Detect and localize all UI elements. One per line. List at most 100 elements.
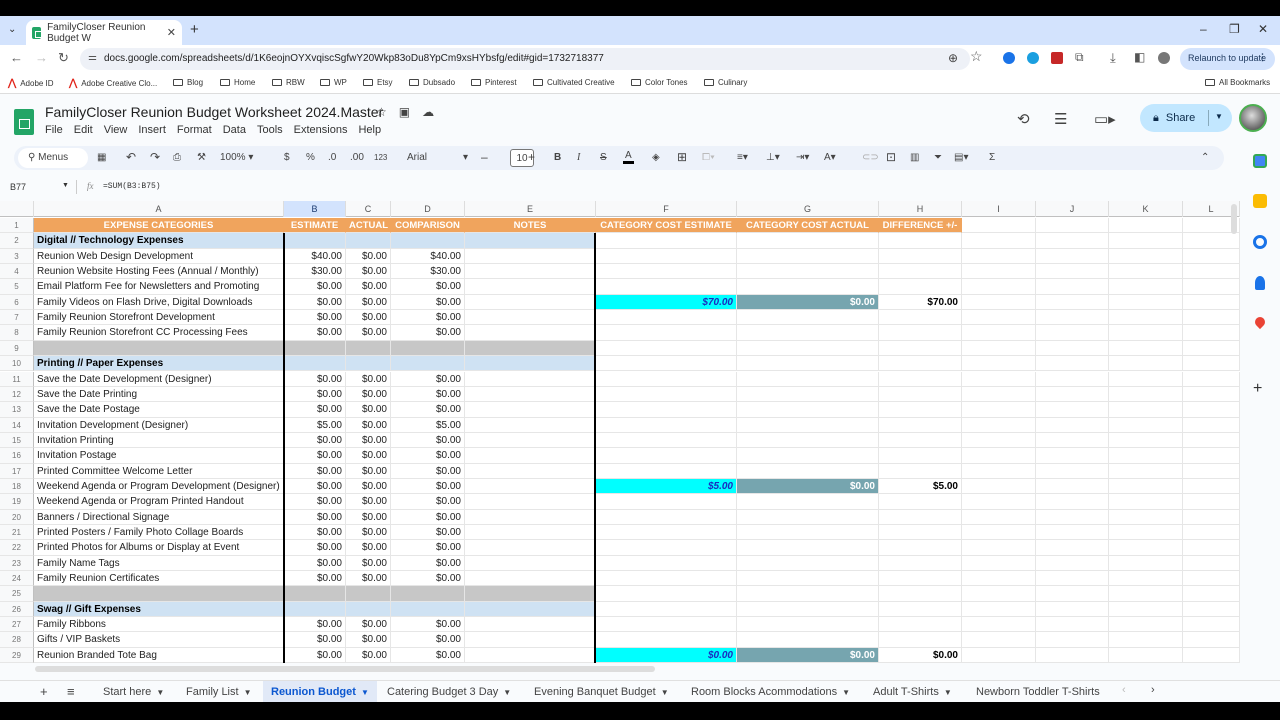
increase-font-size-icon[interactable]: + bbox=[528, 150, 535, 164]
cell-j[interactable] bbox=[1036, 248, 1109, 265]
cell-j[interactable] bbox=[1036, 448, 1109, 464]
row-number[interactable]: 15 bbox=[0, 432, 34, 449]
comparison-value[interactable]: $0.00 bbox=[391, 463, 465, 479]
cell-k[interactable] bbox=[1109, 356, 1183, 372]
expense-item-name[interactable]: Invitation Development (Designer) bbox=[34, 417, 284, 433]
cell-h[interactable] bbox=[879, 448, 962, 464]
cell-i[interactable] bbox=[962, 571, 1036, 587]
text-rotation-icon[interactable]: A▾ bbox=[824, 152, 836, 163]
sheet-tab-start-here[interactable]: Start here ▼ bbox=[95, 681, 172, 703]
header-category-cost-actual[interactable]: CATEGORY COST ACTUAL bbox=[737, 218, 879, 234]
vertical-align-icon[interactable]: ⊥▾ bbox=[766, 152, 780, 163]
cell-b[interactable] bbox=[284, 586, 346, 602]
cell-e[interactable] bbox=[465, 571, 596, 587]
column-header-g[interactable]: G bbox=[737, 201, 879, 217]
expense-item-name[interactable]: Family Reunion Certificates bbox=[34, 571, 284, 587]
comparison-value[interactable]: $0.00 bbox=[391, 279, 465, 295]
cell-k[interactable] bbox=[1109, 386, 1183, 403]
bookmark-rbw[interactable]: RBW bbox=[272, 78, 305, 87]
cell-e[interactable] bbox=[465, 294, 596, 311]
cell-h[interactable] bbox=[879, 340, 962, 357]
cell-i[interactable] bbox=[962, 279, 1036, 295]
row-number[interactable]: 8 bbox=[0, 325, 34, 341]
cell-k[interactable] bbox=[1109, 325, 1183, 341]
cell-l[interactable] bbox=[1183, 555, 1240, 572]
calendar-icon[interactable]: ▦ bbox=[97, 152, 106, 163]
cell-k[interactable] bbox=[1109, 340, 1183, 357]
estimate-value[interactable]: $0.00 bbox=[284, 617, 346, 633]
cell-g[interactable] bbox=[737, 571, 879, 587]
cell-k[interactable] bbox=[1109, 509, 1183, 525]
expense-item-name[interactable]: Gifts / VIP Baskets bbox=[34, 632, 284, 648]
cell-j[interactable] bbox=[1036, 264, 1109, 280]
calendar-app-icon[interactable] bbox=[1253, 154, 1267, 168]
expense-item-name[interactable]: Family Ribbons bbox=[34, 617, 284, 633]
estimate-value[interactable]: $0.00 bbox=[284, 432, 346, 449]
cell-l[interactable] bbox=[1183, 264, 1240, 280]
cell-f[interactable] bbox=[596, 632, 737, 648]
cell-f[interactable] bbox=[596, 233, 737, 249]
estimate-value[interactable]: $0.00 bbox=[284, 571, 346, 587]
cell-b[interactable] bbox=[284, 356, 346, 372]
cell-a[interactable] bbox=[34, 586, 284, 602]
profile-icon[interactable] bbox=[1158, 52, 1170, 64]
cell-j[interactable] bbox=[1036, 540, 1109, 556]
header-expense-categories[interactable]: EXPENSE CATEGORIES bbox=[34, 218, 284, 234]
cell-e[interactable] bbox=[465, 555, 596, 572]
actual-value[interactable]: $0.00 bbox=[346, 647, 391, 663]
row-number[interactable]: 24 bbox=[0, 571, 34, 587]
actual-value[interactable]: $0.00 bbox=[346, 463, 391, 479]
expense-item-name[interactable]: Reunion Branded Tote Bag bbox=[34, 647, 284, 663]
estimate-value[interactable]: $0.00 bbox=[284, 371, 346, 387]
cell-g[interactable] bbox=[737, 601, 879, 618]
side-panel-icon[interactable]: ◧ bbox=[1134, 50, 1145, 64]
cell-f[interactable] bbox=[596, 402, 737, 418]
sheet-tab-room-blocks[interactable]: Room Blocks Acommodations ▼ bbox=[683, 681, 858, 703]
actual-value[interactable]: $0.00 bbox=[346, 525, 391, 541]
paint-format-icon[interactable]: ⚒ bbox=[197, 152, 206, 163]
comparison-value[interactable]: $5.00 bbox=[391, 417, 465, 433]
kebab-menu-icon[interactable]: ⋮ bbox=[1258, 52, 1267, 63]
cell-g[interactable] bbox=[737, 371, 879, 387]
cell-i[interactable] bbox=[962, 371, 1036, 387]
cell-l[interactable] bbox=[1183, 233, 1240, 249]
bookmark-dubsado[interactable]: Dubsado bbox=[409, 78, 455, 87]
cell-j[interactable] bbox=[1036, 478, 1109, 495]
bold-button[interactable]: B bbox=[554, 152, 561, 163]
estimate-value[interactable]: $0.00 bbox=[284, 632, 346, 648]
cell-g[interactable] bbox=[737, 448, 879, 464]
comparison-value[interactable]: $0.00 bbox=[391, 310, 465, 326]
bookmark-wp[interactable]: WP bbox=[320, 78, 347, 87]
site-info-icon[interactable]: ⚌ bbox=[88, 52, 97, 63]
actual-value[interactable]: $0.00 bbox=[346, 294, 391, 311]
cell-h[interactable] bbox=[879, 540, 962, 556]
menu-help[interactable]: Help bbox=[358, 124, 381, 136]
cell-g[interactable] bbox=[737, 463, 879, 479]
actual-value[interactable]: $0.00 bbox=[346, 432, 391, 449]
comparison-value[interactable]: $0.00 bbox=[391, 402, 465, 418]
forward-icon[interactable]: → bbox=[35, 50, 48, 65]
comparison-value[interactable]: $0.00 bbox=[391, 494, 465, 510]
close-tab-icon[interactable]: ✕ bbox=[167, 26, 176, 39]
back-icon[interactable]: ← bbox=[10, 50, 23, 65]
cell-l[interactable] bbox=[1183, 601, 1240, 618]
cell-k[interactable] bbox=[1109, 310, 1183, 326]
contacts-app-icon[interactable] bbox=[1255, 276, 1265, 290]
cell-g[interactable] bbox=[737, 233, 879, 249]
cell-k[interactable] bbox=[1109, 294, 1183, 311]
estimate-value[interactable]: $0.00 bbox=[284, 478, 346, 495]
cell-f[interactable] bbox=[596, 340, 737, 357]
print-icon[interactable]: ⎙ bbox=[173, 152, 181, 163]
meet-video-icon[interactable]: ▭▸ bbox=[1094, 110, 1116, 128]
cell-k[interactable] bbox=[1109, 525, 1183, 541]
estimate-value[interactable]: $0.00 bbox=[284, 647, 346, 663]
cell-e[interactable] bbox=[465, 617, 596, 633]
row-number[interactable]: 17 bbox=[0, 463, 34, 479]
expense-item-name[interactable]: Weekend Agenda or Program Printed Handou… bbox=[34, 494, 284, 510]
cell-j[interactable] bbox=[1036, 371, 1109, 387]
cell-g[interactable] bbox=[737, 632, 879, 648]
cell-i[interactable] bbox=[962, 463, 1036, 479]
cell-k[interactable] bbox=[1109, 233, 1183, 249]
cell-e[interactable] bbox=[465, 233, 596, 249]
cell-h[interactable] bbox=[879, 586, 962, 602]
